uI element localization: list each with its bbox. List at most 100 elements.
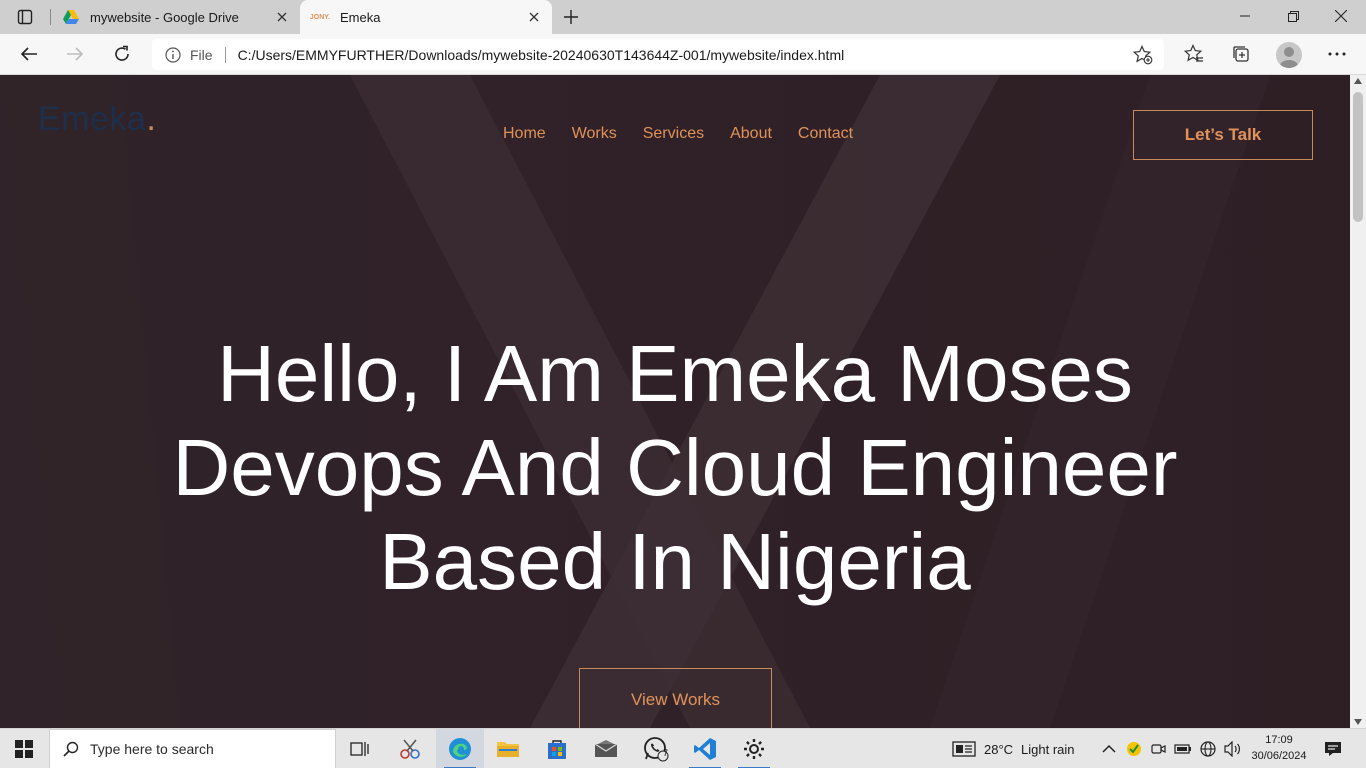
more-horizontal-icon: [1328, 52, 1346, 56]
system-tray: [1102, 729, 1242, 768]
restore-icon: [1287, 10, 1299, 22]
restore-button[interactable]: [1270, 0, 1316, 32]
snipping-tool-button[interactable]: [386, 729, 434, 768]
close-tab-icon[interactable]: [274, 9, 290, 25]
clock-time: 17:09: [1265, 734, 1293, 746]
search-placeholder: Type here to search: [90, 741, 214, 757]
browser-toolbar: File C:/Users/EMMYFURTHER/Downloads/mywe…: [0, 34, 1366, 75]
folder-icon: [497, 742, 519, 757]
back-button[interactable]: [14, 40, 44, 68]
windows-icon: [15, 740, 33, 758]
task-view-icon: [350, 742, 369, 756]
network-globe-icon[interactable]: [1200, 741, 1216, 757]
hero-line: Based In Nigeria: [379, 517, 971, 606]
plus-icon: [564, 10, 578, 24]
weather-widget[interactable]: 28°C Light rain: [952, 729, 1075, 768]
settings-more-button[interactable]: [1322, 40, 1352, 68]
tab-actions-button[interactable]: [10, 7, 40, 27]
info-icon[interactable]: [164, 46, 182, 64]
nav-link-works[interactable]: Works: [559, 125, 630, 143]
favorites-button[interactable]: [1179, 40, 1209, 68]
collections-icon: [1233, 46, 1249, 62]
scrollbar-thumb[interactable]: [1353, 92, 1363, 222]
site-favicon: JONY.: [309, 13, 331, 21]
add-favorite-icon[interactable]: [1132, 44, 1154, 66]
refresh-button[interactable]: [107, 40, 137, 68]
whatsapp-button[interactable]: 7: [632, 729, 680, 768]
close-tab-icon[interactable]: [526, 9, 542, 25]
notification-icon: [1325, 742, 1341, 756]
nav-link-about[interactable]: About: [717, 125, 785, 143]
gear-icon: [744, 739, 764, 759]
scroll-down-icon[interactable]: [1354, 718, 1362, 726]
page-scrollbar[interactable]: [1350, 75, 1366, 728]
site-logo[interactable]: Emeka.: [38, 100, 156, 139]
battery-icon[interactable]: [1174, 743, 1192, 755]
weather-news-icon: [952, 741, 976, 757]
main-nav: Home Works Services About Contact: [490, 125, 866, 143]
tab-title: Emeka: [340, 9, 381, 25]
nav-link-home[interactable]: Home: [490, 125, 559, 143]
start-button[interactable]: [0, 729, 48, 768]
logo-text: Emeka: [38, 100, 147, 138]
meet-now-icon[interactable]: [1150, 741, 1166, 757]
mail-button[interactable]: [582, 729, 630, 768]
arrow-right-icon: [67, 47, 84, 61]
notification-center-button[interactable]: [1322, 738, 1344, 760]
refresh-icon: [115, 45, 129, 61]
hero-line: Devops And Cloud Engineer: [172, 423, 1178, 512]
google-drive-icon: [62, 9, 80, 25]
whatsapp-badge: 7: [663, 748, 669, 758]
edge-taskbar-button[interactable]: [436, 729, 484, 768]
volume-icon[interactable]: [1224, 741, 1242, 757]
new-tab-button[interactable]: [560, 6, 582, 28]
vscode-button[interactable]: [681, 729, 729, 768]
file-explorer-button[interactable]: [484, 729, 532, 768]
taskbar-search[interactable]: Type here to search: [49, 729, 336, 768]
collections-button[interactable]: [1226, 40, 1256, 68]
hero-heading: Hello, I Am Emeka Moses Devops And Cloud…: [0, 327, 1350, 609]
protocol-label: File: [190, 46, 213, 63]
webpage-viewport: Emeka. Home Works Services About Contact…: [0, 75, 1350, 728]
microsoft-store-button[interactable]: [533, 729, 581, 768]
minimize-icon: [1240, 15, 1250, 17]
user-icon: [1280, 47, 1298, 68]
vscode-icon: [694, 738, 716, 760]
address-bar[interactable]: File C:/Users/EMMYFURTHER/Downloads/mywe…: [152, 39, 1164, 70]
edge-browser-icon: [449, 738, 471, 760]
nav-link-services[interactable]: Services: [630, 125, 717, 143]
logo-dot: .: [146, 100, 157, 138]
address-divider: [224, 46, 226, 63]
tab-separator: [50, 9, 51, 25]
view-works-button[interactable]: View Works: [579, 668, 772, 728]
profile-avatar[interactable]: [1276, 42, 1302, 68]
task-view-button[interactable]: [336, 729, 384, 768]
store-icon: [548, 740, 566, 759]
close-window-button[interactable]: [1318, 0, 1364, 32]
hero-line: Hello, I Am Emeka Moses: [217, 329, 1133, 418]
scissors-icon: [400, 739, 420, 759]
nav-link-contact[interactable]: Contact: [785, 125, 866, 143]
mail-icon: [594, 740, 618, 757]
weather-temp: 28°C: [984, 741, 1014, 757]
chevron-up-icon[interactable]: [1102, 744, 1116, 754]
norton-icon[interactable]: [1126, 741, 1142, 757]
minimize-button[interactable]: [1222, 0, 1268, 32]
settings-button[interactable]: [730, 729, 778, 768]
tab-emeka[interactable]: JONY. Emeka: [300, 0, 552, 34]
lets-talk-button[interactable]: Let’s Talk: [1133, 110, 1313, 160]
arrow-left-icon: [20, 47, 37, 61]
search-icon: [62, 740, 80, 758]
favorites-icon: [1184, 44, 1203, 62]
close-icon: [1335, 10, 1347, 22]
tab-google-drive[interactable]: mywebsite - Google Drive: [52, 0, 300, 34]
scroll-up-icon[interactable]: [1354, 77, 1362, 85]
browser-tab-strip: mywebsite - Google Drive JONY. Emeka: [0, 0, 1366, 34]
url-text[interactable]: C:/Users/EMMYFURTHER/Downloads/mywebsite…: [238, 47, 845, 63]
clock-date: 30/06/2024: [1251, 750, 1307, 762]
tab-title: mywebsite - Google Drive: [90, 9, 239, 25]
forward-button[interactable]: [60, 40, 90, 68]
system-clock[interactable]: 17:09 30/06/2024: [1246, 732, 1312, 764]
windows-taskbar: Type here to search 7 28°C Light rain 17…: [0, 728, 1366, 768]
weather-condition: Light rain: [1021, 741, 1075, 757]
